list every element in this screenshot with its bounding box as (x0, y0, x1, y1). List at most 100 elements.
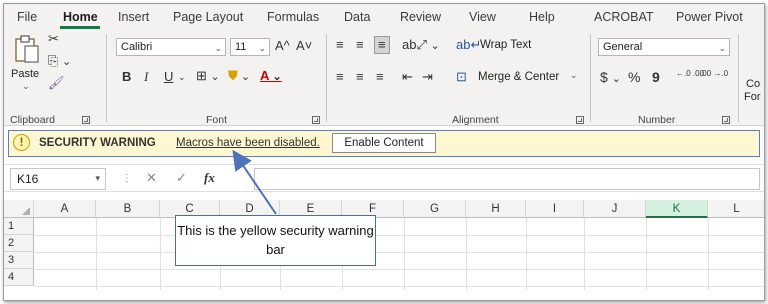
alignment-launcher-icon[interactable] (576, 116, 584, 124)
group-divider (326, 34, 327, 122)
grid-line (160, 218, 161, 290)
number-launcher-icon[interactable] (722, 116, 730, 124)
tab-home[interactable]: Home (63, 10, 98, 24)
formula-input[interactable] (254, 168, 760, 190)
borders-icon[interactable]: ⊞ ⌄ (196, 69, 220, 84)
chevron-down-icon: ⌄ (570, 70, 578, 80)
column-header-j[interactable]: J (584, 200, 646, 218)
number-format-select[interactable]: General ⌄ (598, 38, 730, 56)
chevron-down-icon: ⌄ (214, 43, 222, 53)
column-header-l[interactable]: L (708, 200, 764, 218)
tab-help[interactable]: Help (529, 10, 555, 24)
align-left-icon[interactable]: ≡ (336, 70, 344, 84)
chevron-down-icon[interactable]: ⌄ (178, 70, 186, 84)
top-align-icon[interactable]: ≡ (336, 38, 344, 52)
annotation-callout: This is the yellow security warning bar (175, 215, 376, 266)
security-warning-bar: ! SECURITY WARNING Macros have been disa… (8, 130, 760, 157)
font-name-select[interactable]: Calibri ⌄ (116, 38, 226, 56)
increase-font-size-icon[interactable]: A^ (275, 39, 290, 53)
conditional-formatting-label-partial[interactable]: Co (746, 78, 760, 90)
grid-line (34, 252, 764, 253)
number-group-label: Number (638, 114, 676, 126)
underline-button[interactable]: U (164, 70, 173, 84)
row-header-4[interactable]: 4 (4, 269, 34, 286)
decrease-decimal-icon[interactable]: .00 →.0 (700, 70, 728, 78)
font-name-value: Calibri (121, 41, 153, 53)
paste-label: Paste (11, 68, 40, 80)
enable-content-button[interactable]: Enable Content (332, 133, 436, 153)
format-painter-icon[interactable]: 🖌 (48, 76, 65, 90)
number-format-value: General (603, 41, 643, 53)
tab-power-pivot[interactable]: Power Pivot (676, 10, 743, 24)
tab-file[interactable]: File (17, 10, 37, 24)
font-color-icon[interactable]: A ⌄ (260, 69, 282, 84)
column-header-a[interactable]: A (34, 200, 96, 218)
align-center-icon[interactable]: ≡ (356, 70, 364, 84)
grid-line (466, 218, 467, 290)
more-options-icon[interactable]: ⋮ (122, 173, 132, 184)
bold-button[interactable]: B (122, 70, 131, 84)
italic-button[interactable]: I (144, 70, 148, 84)
row-header-2[interactable]: 2 (4, 235, 34, 252)
format-as-table-label-partial[interactable]: For (744, 91, 761, 103)
font-launcher-icon[interactable] (312, 116, 320, 124)
paste-button[interactable]: Paste ⌄ (10, 32, 44, 94)
select-all-corner[interactable] (4, 200, 34, 218)
middle-align-icon[interactable]: ≡ (356, 38, 364, 52)
tab-insert[interactable]: Insert (118, 10, 149, 24)
tab-view[interactable]: View (469, 10, 496, 24)
cancel-entry-icon[interactable]: ✕ (146, 170, 157, 186)
group-divider (106, 34, 107, 122)
orientation-icon[interactable]: ab⤢ ⌄ (402, 38, 440, 53)
merge-center-label: Merge & Center (478, 71, 560, 83)
grid-line (646, 218, 647, 290)
column-header-i[interactable]: I (526, 200, 584, 218)
row-header-3[interactable]: 3 (4, 252, 34, 269)
comma-style-button[interactable]: 9 (652, 70, 660, 84)
row-header-1[interactable]: 1 (4, 218, 34, 235)
tab-formulas[interactable]: Formulas (267, 10, 319, 24)
paste-icon (15, 35, 39, 63)
confirm-entry-icon[interactable]: ✓ (176, 170, 187, 186)
font-size-select[interactable]: 11 ⌄ (230, 38, 270, 56)
fill-color-icon[interactable]: ⛊ ⌄ (228, 69, 250, 84)
grid-line (34, 235, 764, 236)
align-right-icon[interactable]: ≡ (376, 70, 384, 84)
increase-indent-icon[interactable]: ⇥ (422, 70, 433, 84)
grid-line (584, 218, 585, 290)
decrease-indent-icon[interactable]: ⇤ (402, 70, 413, 84)
warning-shield-icon: ! (13, 134, 30, 151)
macros-disabled-link[interactable]: Macros have been disabled. (176, 137, 320, 149)
worksheet-grid: A B C D E F G H I J K L 1 2 3 4 (4, 200, 764, 300)
tab-page-layout[interactable]: Page Layout (173, 10, 243, 24)
name-box[interactable]: K16 ▾ (10, 168, 106, 190)
font-group-label: Font (206, 114, 228, 126)
grid-line (526, 218, 527, 290)
currency-button[interactable]: $ ⌄ (600, 70, 621, 86)
column-header-k[interactable]: K (646, 200, 708, 218)
security-warning-title: SECURITY WARNING (39, 137, 156, 149)
copy-icon[interactable]: ⎘ ⌄ (48, 54, 71, 69)
grid-line (34, 286, 764, 287)
tab-review[interactable]: Review (400, 10, 441, 24)
decrease-font-size-icon[interactable]: A˅ (296, 39, 312, 53)
column-header-h[interactable]: H (466, 200, 526, 218)
wrap-text-label: Wrap Text (480, 39, 532, 51)
tab-acrobat[interactable]: ACROBAT (594, 10, 654, 24)
column-header-g[interactable]: G (404, 200, 466, 218)
grid-line (34, 269, 764, 270)
grid-line (404, 218, 405, 290)
select-all-triangle-icon (22, 207, 30, 215)
wrap-text-icon: ab↵ (456, 37, 482, 52)
percent-button[interactable]: % (628, 70, 640, 84)
clipboard-launcher-icon[interactable] (82, 116, 90, 124)
cut-icon[interactable]: ✂ (48, 32, 59, 46)
name-box-value: K16 (17, 172, 39, 186)
insert-function-icon[interactable]: fx (204, 170, 215, 186)
chevron-down-icon: ⌄ (258, 43, 266, 53)
increase-decimal-icon[interactable]: ←.0 .00 (676, 70, 704, 78)
chevron-down-icon: ▾ (95, 173, 100, 183)
bottom-align-icon[interactable]: ≡ (374, 36, 390, 54)
tab-data[interactable]: Data (344, 10, 370, 24)
column-header-b[interactable]: B (96, 200, 160, 218)
